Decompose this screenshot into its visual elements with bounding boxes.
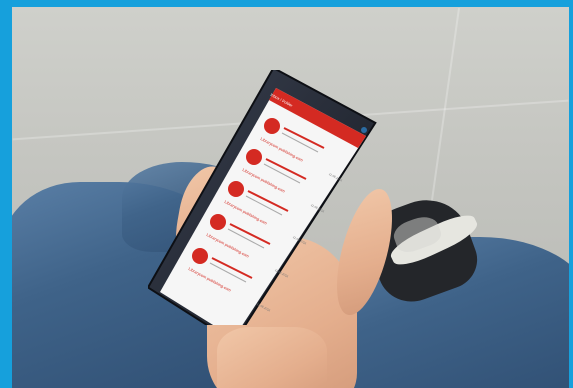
mail-icon bbox=[264, 118, 280, 134]
mail-icon bbox=[192, 248, 208, 264]
smartphone bbox=[148, 70, 377, 325]
mail-icon bbox=[210, 214, 226, 230]
hand-wrist bbox=[217, 327, 327, 388]
mail-icon bbox=[228, 181, 244, 197]
front-camera bbox=[361, 127, 367, 133]
mail-icon bbox=[246, 149, 262, 165]
